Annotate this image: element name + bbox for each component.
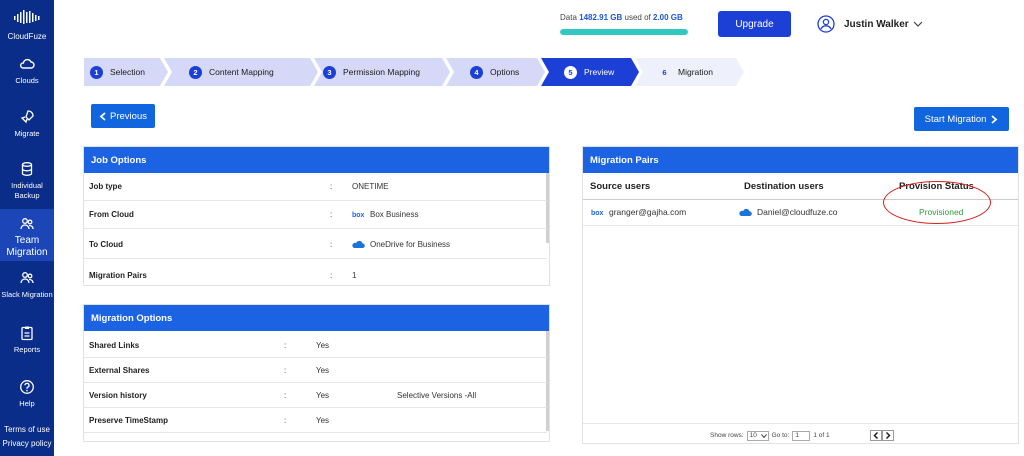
wizard-stepper: 1 Selection 2 Content Mapping 3 Permission … <box>84 58 744 86</box>
step-selection[interactable]: 1 Selection <box>90 58 145 86</box>
chevron-down-icon <box>760 433 767 438</box>
chevron-right-icon <box>885 432 891 439</box>
column-destination-users: Destination users <box>744 181 824 192</box>
goto-page-input[interactable]: 1 <box>792 430 811 441</box>
onedrive-cloud-icon <box>352 240 365 248</box>
step-permission-mapping[interactable]: 3 Permission Mapping <box>323 58 420 86</box>
column-source-users: Source users <box>590 181 651 192</box>
job-options-panel: Job Options Job type : ONETIME From Clou… <box>83 146 550 286</box>
step-options[interactable]: 4 Options <box>470 58 519 86</box>
sidebar-item-reports[interactable]: Reports <box>0 325 54 355</box>
step-preview[interactable]: 5 Preview <box>564 58 614 86</box>
svg-text:box: box <box>591 210 604 217</box>
step-content-mapping[interactable]: 2 Content Mapping <box>189 58 274 86</box>
upgrade-button[interactable]: Upgrade <box>718 11 791 37</box>
storage-usage-text: Data 1482.91 GB used of 2.00 GB <box>560 13 683 22</box>
migration-options-panel: Migration Options Shared Links : Yes Ext… <box>83 304 550 442</box>
sidebar: CloudFuze Clouds Migrate Individual Back… <box>0 0 54 456</box>
cloud-icon <box>20 58 35 69</box>
table-footer-divider <box>583 423 1018 424</box>
migration-options-title: Migration Options <box>84 305 549 331</box>
start-migration-button[interactable]: Start Migration <box>914 107 1009 131</box>
chevron-left-icon <box>873 432 878 439</box>
source-user: granger@gajha.com <box>609 207 687 217</box>
rocket-icon <box>20 110 34 124</box>
terms-link[interactable]: Terms of use <box>0 425 54 434</box>
storage-usage-fill <box>560 29 688 35</box>
user-avatar-icon <box>817 15 835 33</box>
users-icon <box>20 272 34 284</box>
table-pager: Show rows: 10 Go to: 1 1 of 1 <box>710 430 894 441</box>
job-option-row: Migration Pairs : 1 <box>89 270 357 280</box>
users-icon <box>20 218 34 230</box>
migration-option-row: Preserve TimeStamp : Yes <box>84 408 547 433</box>
sidebar-item-help[interactable]: Help <box>0 379 54 409</box>
user-name: Justin Walker <box>844 18 909 30</box>
step-migration[interactable]: 6 Migration <box>658 58 713 86</box>
sidebar-item-migrate[interactable]: Migrate <box>0 109 54 139</box>
brand-logo[interactable]: CloudFuze <box>0 8 54 48</box>
provision-status-highlight <box>883 181 991 224</box>
job-option-row: From Cloud : box Box Business <box>84 201 547 229</box>
migration-option-row: External Shares : Yes <box>84 358 547 383</box>
previous-button[interactable]: Previous <box>91 104 155 128</box>
svg-text:box: box <box>352 212 365 219</box>
chevron-right-icon <box>991 114 998 124</box>
migration-pairs-title: Migration Pairs <box>583 147 1018 173</box>
user-menu[interactable]: Justin Walker <box>817 15 923 33</box>
help-icon <box>20 380 34 394</box>
job-option-row: Job type : ONETIME <box>84 173 547 201</box>
job-option-row: To Cloud : OneDrive for Business <box>84 231 547 259</box>
box-logo-icon: box <box>591 210 604 217</box>
storage-usage-bar <box>560 29 688 35</box>
sidebar-item-team-migration[interactable]: Team Migration <box>0 209 54 261</box>
box-logo-icon: box <box>352 212 365 219</box>
rows-per-page-select[interactable]: 10 <box>746 430 769 441</box>
cloudfuze-logo-icon <box>14 10 40 24</box>
next-page-button[interactable] <box>881 430 894 441</box>
sidebar-item-slack-migration[interactable]: Slack Migration <box>0 270 54 300</box>
onedrive-cloud-icon <box>739 208 752 216</box>
sidebar-item-individual-backup[interactable]: Individual Backup <box>0 161 54 201</box>
migration-option-row: Shared Links : Yes <box>84 333 547 358</box>
privacy-link[interactable]: Privacy policy <box>0 439 54 448</box>
database-icon <box>21 162 33 176</box>
prev-page-button[interactable] <box>869 430 882 441</box>
sidebar-item-clouds[interactable]: Clouds <box>0 56 54 86</box>
chevron-left-icon <box>99 111 106 121</box>
job-options-title: Job Options <box>84 147 549 173</box>
destination-user: Daniel@cloudfuze.co <box>757 207 838 217</box>
brand-name: CloudFuze <box>7 32 47 41</box>
migration-option-row: Version history : Yes Selective Versions… <box>84 383 547 408</box>
chevron-down-icon <box>913 21 923 27</box>
clipboard-icon <box>21 326 33 341</box>
